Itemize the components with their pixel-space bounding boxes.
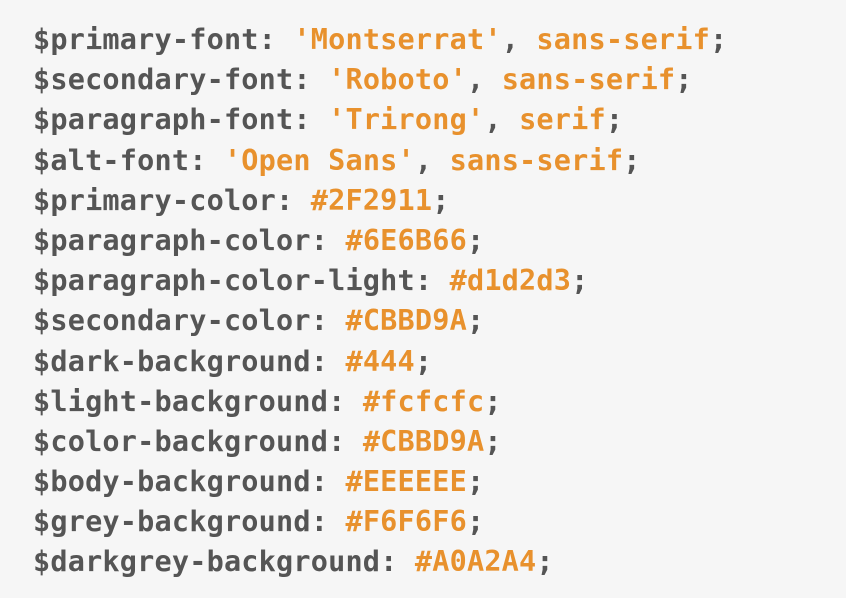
variable-value: #6E6B66	[345, 223, 467, 257]
terminator: ;	[536, 545, 554, 579]
variable-value: #2F2911	[310, 183, 433, 217]
variable-value-fallback: sans-serif	[501, 63, 676, 97]
code-line-light-background: $light-background: #fcfcfc;	[33, 382, 846, 422]
variable-name: $paragraph-color-light	[33, 264, 415, 298]
separator: :	[380, 545, 415, 579]
code-line-paragraph-font: $paragraph-font: 'Trirong', serif;	[33, 100, 846, 140]
terminator: ;	[484, 424, 502, 458]
variable-value: #d1d2d3	[449, 264, 572, 298]
code-line-alt-font: $alt-font: 'Open Sans', sans-serif;	[33, 141, 846, 181]
terminator: ;	[571, 264, 589, 298]
variable-value: #EEEEEE	[345, 465, 467, 499]
code-line-secondary-color: $secondary-color: #CBBD9A;	[33, 301, 846, 341]
code-line-paragraph-color: $paragraph-color: #6E6B66;	[33, 221, 846, 261]
separator: :	[276, 183, 311, 217]
comma: ,	[466, 63, 502, 97]
code-line-grey-background: $grey-background: #F6F6F6;	[33, 502, 846, 542]
variable-value: #fcfcfc	[362, 384, 485, 418]
variable-value-fallback: sans-serif	[536, 23, 711, 56]
variable-value: 'Montserrat'	[293, 23, 502, 56]
variable-value: #CBBD9A	[362, 424, 485, 458]
variable-name: $alt-font	[33, 143, 190, 177]
terminator: ;	[466, 223, 485, 257]
variable-value: #A0A2A4	[414, 545, 537, 579]
variable-value: 'Roboto'	[328, 63, 467, 97]
code-line-primary-color: $primary-color: #2F2911;	[33, 181, 846, 221]
separator: :	[293, 63, 329, 97]
separator: :	[189, 143, 224, 177]
code-line-dark-background: $dark-background: #444;	[33, 342, 846, 382]
variable-name: $darkgrey-background	[33, 545, 381, 579]
code-line-paragraph-color-light: $paragraph-color-light: #d1d2d3;	[33, 261, 846, 301]
terminator: ;	[484, 384, 502, 418]
variable-name: $dark-background	[33, 344, 311, 378]
comma: ,	[414, 143, 450, 177]
code-line-secondary-font: $secondary-font: 'Roboto', sans-serif;	[33, 60, 846, 100]
comma: ,	[501, 23, 537, 56]
comma: ,	[484, 103, 520, 137]
variable-name: $secondary-font	[33, 63, 294, 97]
separator: :	[328, 384, 363, 418]
terminator: ;	[414, 344, 433, 378]
separator: :	[414, 264, 450, 298]
code-line-primary-font: $primary-font: 'Montserrat', sans-serif;	[33, 20, 846, 60]
variable-name: $primary-font	[33, 23, 259, 56]
variable-name: $secondary-color	[33, 304, 311, 338]
terminator: ;	[466, 304, 485, 338]
variable-value: 'Open Sans'	[223, 143, 415, 177]
terminator: ;	[432, 183, 450, 217]
separator: :	[310, 344, 346, 378]
code-line-darkgrey-background: $darkgrey-background: #A0A2A4;	[33, 542, 846, 582]
variable-name: $color-background	[33, 424, 329, 458]
variable-value: #CBBD9A	[345, 304, 467, 338]
variable-name: $paragraph-color	[33, 223, 311, 257]
separator: :	[310, 304, 346, 338]
variable-name: $primary-color	[33, 183, 277, 217]
terminator: ;	[466, 465, 485, 499]
separator: :	[293, 103, 329, 137]
terminator: ;	[605, 103, 624, 137]
variable-name: $paragraph-font	[33, 103, 294, 137]
code-line-body-background: $body-background: #EEEEEE;	[33, 462, 846, 502]
variable-name: $body-background	[33, 465, 311, 499]
variable-name: $grey-background	[33, 505, 311, 539]
separator: :	[310, 223, 346, 257]
separator: :	[328, 424, 363, 458]
variable-value-fallback: serif	[519, 103, 606, 137]
separator: :	[258, 23, 294, 56]
terminator: ;	[675, 63, 693, 97]
variable-value-fallback: sans-serif	[449, 143, 624, 177]
variable-value: #444	[345, 344, 415, 378]
terminator: ;	[623, 143, 641, 177]
separator: :	[310, 465, 346, 499]
separator: :	[310, 505, 346, 539]
code-line-color-background: $color-background: #CBBD9A;	[33, 422, 846, 462]
terminator: ;	[710, 23, 728, 56]
variable-name: $light-background	[33, 384, 329, 418]
code-block: $primary-font: 'Montserrat', sans-serif;…	[0, 0, 846, 598]
variable-value: 'Trirong'	[328, 103, 485, 137]
terminator: ;	[466, 505, 485, 539]
variable-value: #F6F6F6	[345, 505, 467, 539]
